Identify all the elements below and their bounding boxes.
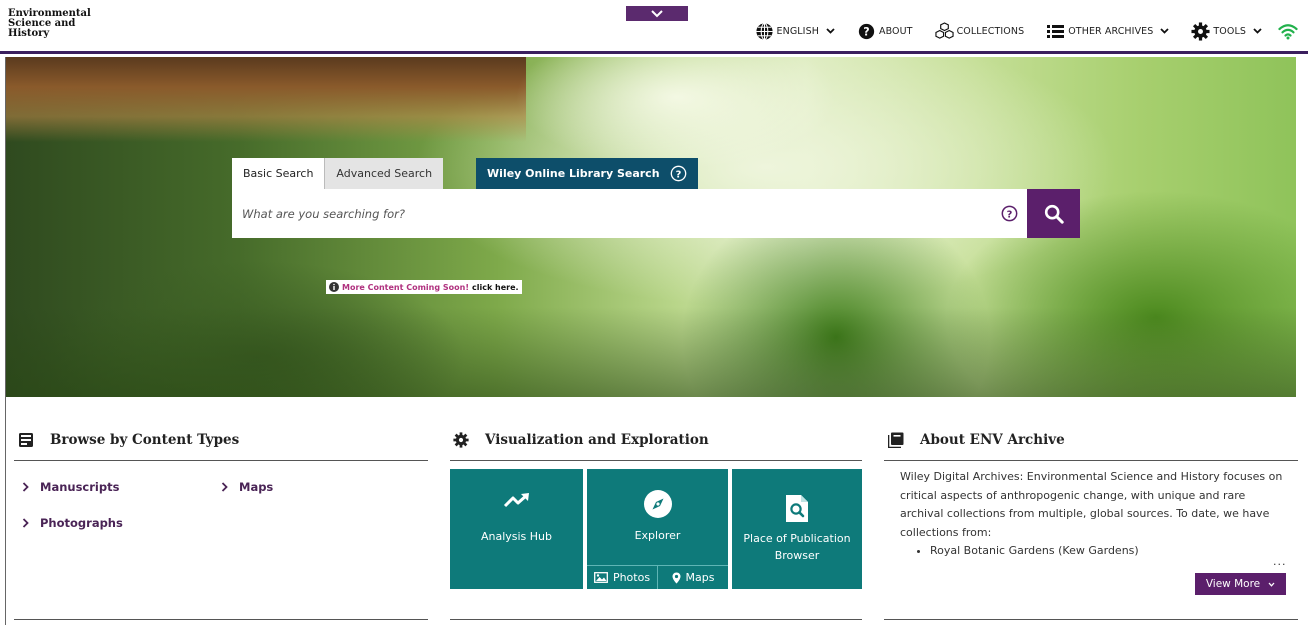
notice-highlight: More Content Coming Soon! — [342, 282, 469, 292]
about-paragraph: Wiley Digital Archives: Environmental Sc… — [900, 470, 1283, 539]
about-collection-item: Royal Botanic Gardens (Kew Gardens) — [930, 542, 1285, 561]
about-bottom-divider — [884, 619, 1298, 620]
browse-bottom-divider — [14, 619, 428, 620]
browse-item-label: Manuscripts — [40, 480, 120, 494]
explorer-maps-button[interactable]: Maps — [657, 566, 728, 589]
globe-icon — [755, 22, 774, 41]
visualization-panel-header: Visualization and Exploration — [453, 428, 709, 452]
browse-panel-title: Browse by Content Types — [50, 432, 240, 448]
chevron-right-icon — [22, 482, 29, 492]
explorer-maps-label: Maps — [685, 571, 715, 584]
nav-other-archives[interactable]: OTHER ARCHIVES — [1046, 22, 1170, 41]
tab-basic-search[interactable]: Basic Search — [232, 158, 325, 189]
gear-icon — [453, 432, 469, 448]
explorer-tile[interactable]: Explorer Photos Maps — [587, 469, 728, 589]
search-input[interactable] — [232, 193, 972, 234]
chevron-right-icon — [22, 518, 29, 528]
place-of-publication-tile[interactable]: Place of Publication Browser — [732, 469, 862, 589]
explorer-photos-label: Photos — [612, 571, 651, 584]
search-box: ? — [232, 189, 1028, 238]
search-tabs: Basic Search Advanced Search Wiley Onlin… — [232, 158, 698, 189]
document-search-icon — [786, 495, 808, 522]
browse-item-manuscripts[interactable]: Manuscripts — [22, 480, 119, 494]
browse-item-maps[interactable]: Maps — [221, 480, 273, 494]
cubes-icon — [934, 21, 954, 41]
site-logo[interactable]: Environmental Science and History — [8, 9, 98, 39]
about-collections-list: Royal Botanic Gardens (Kew Gardens) — [930, 542, 1285, 561]
about-panel-title: About ENV Archive — [920, 432, 1065, 448]
nav-collections-label: COLLECTIONS — [956, 25, 1025, 37]
svg-text:?: ? — [863, 25, 870, 38]
analysis-hub-label: Analysis Hub — [480, 530, 553, 543]
top-bar: Environmental Science and History ENGLIS… — [0, 0, 1308, 54]
place-of-publication-label-1: Place of Publication — [743, 532, 851, 545]
svg-text:?: ? — [675, 169, 681, 180]
tab-wiley-label: Wiley Online Library Search — [487, 167, 660, 180]
tab-advanced-search[interactable]: Advanced Search — [324, 158, 444, 189]
about-panel-header: About ENV Archive — [888, 428, 1065, 452]
tab-wiley-online-library-search[interactable]: Wiley Online Library Search ? — [476, 158, 698, 189]
image-icon — [593, 572, 608, 583]
about-description: Wiley Digital Archives: Environmental Sc… — [900, 468, 1285, 568]
explorer-sub-bar: Photos Maps — [587, 565, 728, 589]
content-coming-notice[interactable]: More Content Coming Soon! click here. — [326, 280, 522, 294]
chevron-down-icon — [826, 28, 835, 34]
book-icon — [19, 433, 33, 447]
nav-about[interactable]: ? ABOUT — [857, 22, 913, 41]
visualization-bottom-divider — [450, 619, 862, 620]
chevron-down-icon — [651, 9, 663, 17]
search-help-icon[interactable]: ? — [1001, 205, 1018, 222]
gear-icon — [1191, 21, 1210, 41]
browse-item-label: Maps — [239, 480, 274, 494]
header-collapse-toggle[interactable] — [626, 6, 688, 21]
info-icon — [329, 282, 339, 292]
compass-icon — [643, 490, 672, 518]
hero-greenhouse-roof — [6, 57, 526, 142]
browse-panel-header: Browse by Content Types — [18, 428, 239, 452]
trend-up-icon — [503, 493, 529, 508]
logo-line-3: History — [8, 28, 50, 39]
search-icon — [1044, 204, 1064, 224]
nav-about-label: ABOUT — [878, 25, 913, 37]
browse-divider — [14, 460, 428, 461]
map-marker-icon — [672, 572, 681, 583]
search-button[interactable] — [1027, 189, 1080, 238]
chevron-down-icon — [1253, 28, 1262, 34]
books-icon — [888, 432, 904, 448]
wifi-icon — [1278, 23, 1298, 39]
list-icon — [1046, 22, 1065, 41]
browse-item-photographs[interactable]: Photographs — [22, 516, 123, 530]
visualization-panel-title: Visualization and Exploration — [485, 432, 709, 448]
main-nav: ENGLISH ? ABOUT COLLECTIONS OTHER ARCHIV… — [733, 20, 1298, 42]
question-circle-icon: ? — [857, 22, 876, 41]
chevron-down-icon — [1160, 28, 1170, 34]
nav-tools[interactable]: TOOLS — [1191, 21, 1262, 41]
hero-foliage — [6, 307, 1296, 397]
nav-tools-label: TOOLS — [1213, 25, 1246, 37]
nav-language-label: ENGLISH — [776, 25, 819, 37]
question-circle-icon[interactable]: ? — [670, 165, 687, 182]
notice-link[interactable]: click here. — [472, 283, 519, 292]
chevron-down-icon — [1268, 582, 1275, 587]
page-left-border — [5, 57, 6, 625]
view-more-label: View More — [1205, 578, 1261, 590]
nav-language[interactable]: ENGLISH — [755, 22, 835, 41]
view-more-button[interactable]: View More — [1195, 573, 1286, 595]
browse-item-label: Photographs — [40, 516, 123, 530]
explorer-photos-button[interactable]: Photos — [587, 566, 657, 589]
place-of-publication-label-2: Browser — [774, 549, 820, 562]
visualization-divider — [450, 460, 862, 461]
nav-collections[interactable]: COLLECTIONS — [934, 21, 1025, 41]
about-ellipsis: ... — [1273, 555, 1287, 568]
analysis-hub-tile[interactable]: Analysis Hub — [450, 469, 583, 589]
svg-text:?: ? — [1007, 209, 1013, 220]
nav-other-archives-label: OTHER ARCHIVES — [1068, 25, 1154, 37]
explorer-label: Explorer — [634, 529, 681, 542]
about-divider — [884, 460, 1298, 461]
chevron-right-icon — [221, 482, 228, 492]
